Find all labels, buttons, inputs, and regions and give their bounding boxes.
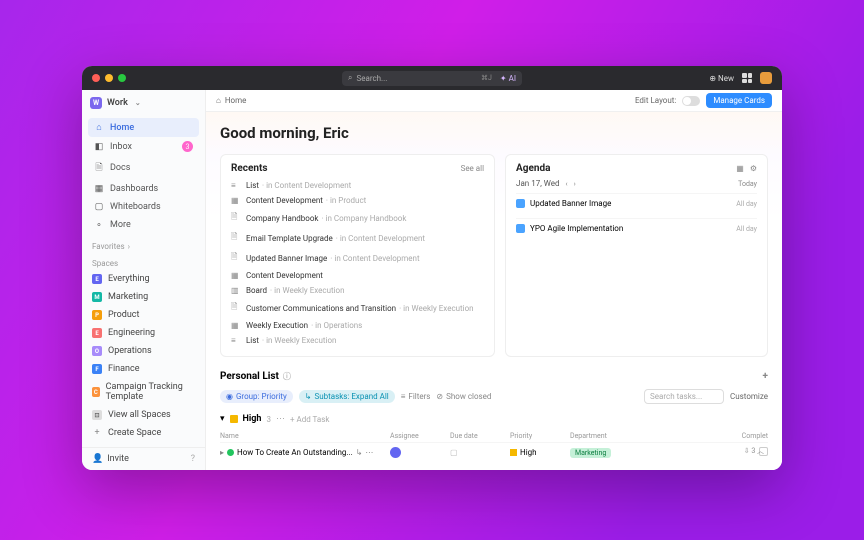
search-icon: ⌕	[348, 73, 352, 83]
recent-item[interactable]: 🗎Updated Banner Image· in Content Develo…	[231, 248, 484, 268]
recent-item[interactable]: ▥Board· in Weekly Execution	[231, 283, 484, 298]
app-window: ⌕ Search... ⌘J ✦ AI ⊕New W Work ⌄ ⌂Home …	[82, 66, 782, 470]
apps-grid-icon[interactable]	[742, 73, 752, 83]
info-icon[interactable]: ⓘ	[283, 371, 291, 382]
space-item[interactable]: PProduct	[82, 306, 205, 324]
whiteboard-icon: ▢	[94, 202, 104, 212]
recent-item[interactable]: ≡List· in Weekly Execution	[231, 333, 484, 348]
space-item[interactable]: EEverything	[82, 270, 205, 288]
space-item[interactable]: OOperations	[82, 342, 205, 360]
recent-item[interactable]: 🗎Company Handbook· in Company Handbook	[231, 208, 484, 228]
sidebar: W Work ⌄ ⌂Home ◧Inbox3 🗎Docs ▦Dashboards…	[82, 90, 206, 470]
space-item[interactable]: CCampaign Tracking Template	[82, 378, 205, 406]
help-icon[interactable]: ?	[191, 454, 195, 464]
nav-whiteboards[interactable]: ▢Whiteboards	[88, 198, 199, 216]
inbox-icon: ◧	[94, 142, 104, 152]
agenda-card: Agenda ▦ ⚙ Jan 17, Wed ‹ › Today Updated…	[505, 154, 768, 357]
settings-icon[interactable]: ⚙	[750, 164, 757, 173]
agenda-item[interactable]: YPO Agile ImplementationAll day	[516, 218, 757, 238]
plist-add[interactable]: +	[763, 371, 768, 382]
search-placeholder: Search...	[356, 74, 387, 83]
more-icon: ∘	[94, 220, 104, 230]
recent-item[interactable]: ▦Content Development	[231, 268, 484, 283]
inbox-badge: 3	[182, 141, 193, 152]
favorites-header[interactable]: Favorites›	[82, 236, 205, 253]
new-button[interactable]: ⊕New	[709, 74, 734, 83]
recents-see-all[interactable]: See all	[461, 164, 484, 173]
recent-item[interactable]: 🗎Email Template Upgrade· in Content Deve…	[231, 228, 484, 248]
agenda-prev[interactable]: ‹	[565, 180, 567, 188]
search-shortcut: ⌘J	[481, 74, 492, 82]
recents-title: Recents	[231, 163, 268, 174]
space-item[interactable]: EEngineering	[82, 324, 205, 342]
chevron-down-icon: ⌄	[135, 99, 141, 107]
spaces-header: Spaces	[82, 253, 205, 270]
person-icon: 👤	[92, 454, 103, 464]
agenda-title: Agenda	[516, 163, 550, 174]
recent-item[interactable]: ≡List· in Content Development	[231, 178, 484, 193]
workspace-switcher[interactable]: W Work ⌄	[82, 90, 205, 116]
priority-group-header[interactable]: ▾ High 3 ⋯ + Add Task	[220, 414, 768, 424]
doc-icon: 🗎	[94, 160, 104, 176]
manage-cards-button[interactable]: Manage Cards	[706, 93, 772, 108]
titlebar: ⌕ Search... ⌘J ✦ AI ⊕New	[82, 66, 782, 90]
customize-button[interactable]: Customize	[730, 392, 768, 401]
create-space[interactable]: +Create Space	[82, 424, 205, 442]
agenda-today[interactable]: Today	[738, 180, 757, 188]
show-closed-button[interactable]: ⊘Show closed	[436, 392, 491, 401]
group-chip[interactable]: ◉Group: Priority	[220, 390, 293, 403]
edit-layout-toggle[interactable]	[682, 96, 700, 106]
breadcrumb-bar: ⌂ Home Edit Layout: Manage Cards	[206, 90, 782, 112]
nav-docs[interactable]: 🗎Docs	[88, 156, 199, 180]
minimize-dot[interactable]	[105, 74, 113, 82]
agenda-next[interactable]: ›	[574, 180, 576, 188]
list-footer[interactable]: ⇩ 3 ︿	[744, 446, 764, 456]
group-add-task[interactable]: + Add Task	[290, 415, 329, 424]
filters-button[interactable]: ≡Filters	[401, 392, 431, 401]
task-search[interactable]: Search tasks...	[644, 389, 724, 404]
agenda-item[interactable]: Updated Banner ImageAll day	[516, 193, 757, 213]
plist-title: Personal List	[220, 371, 279, 382]
personal-list: Personal List ⓘ + ◉Group: Priority ↳Subt…	[220, 371, 768, 470]
greeting: Good morning, Eric	[220, 124, 768, 142]
user-avatar[interactable]	[760, 72, 772, 84]
close-dot[interactable]	[92, 74, 100, 82]
home-icon: ⌂	[216, 96, 221, 105]
chevron-right-icon: ›	[128, 242, 130, 251]
space-item[interactable]: FFinance	[82, 360, 205, 378]
recent-item[interactable]: ▦Content Development· in Product	[231, 193, 484, 208]
workspace-icon: W	[90, 97, 102, 109]
edit-layout-label: Edit Layout:	[635, 96, 676, 105]
recent-item[interactable]: 🗎Customer Communications and Transition·…	[231, 298, 484, 318]
collapse-icon: ▾	[220, 414, 225, 424]
ai-button[interactable]: ✦ AI	[500, 74, 516, 83]
view-all-spaces[interactable]: ⊡View all Spaces	[82, 406, 205, 424]
table-header: NameAssigneeDue datePriorityDepartmentCo…	[220, 430, 768, 443]
subtasks-chip[interactable]: ↳Subtasks: Expand All	[299, 390, 395, 403]
nav-inbox[interactable]: ◧Inbox3	[88, 137, 199, 156]
recents-card: Recents See all ≡List· in Content Develop…	[220, 154, 495, 357]
home-icon: ⌂	[94, 122, 104, 133]
agenda-date: Jan 17, Wed	[516, 179, 559, 188]
space-item[interactable]: MMarketing	[82, 288, 205, 306]
priority-flag-icon	[230, 415, 238, 423]
main-area: ⌂ Home Edit Layout: Manage Cards Good mo…	[206, 90, 782, 470]
calendar-icon[interactable]: ▦	[736, 164, 744, 173]
breadcrumb-home[interactable]: Home	[225, 96, 247, 105]
search-bar[interactable]: ⌕ Search... ⌘J ✦ AI	[342, 71, 522, 86]
nav-home[interactable]: ⌂Home	[88, 118, 199, 137]
dashboard-icon: ▦	[94, 184, 104, 194]
recent-item[interactable]: ▦Weekly Execution· in Operations	[231, 318, 484, 333]
nav-more[interactable]: ∘More	[88, 216, 199, 234]
invite-button[interactable]: 👤Invite	[92, 454, 129, 464]
nav-dashboards[interactable]: ▦Dashboards	[88, 180, 199, 198]
zoom-dot[interactable]	[118, 74, 126, 82]
group-more[interactable]: ⋯	[276, 414, 285, 424]
